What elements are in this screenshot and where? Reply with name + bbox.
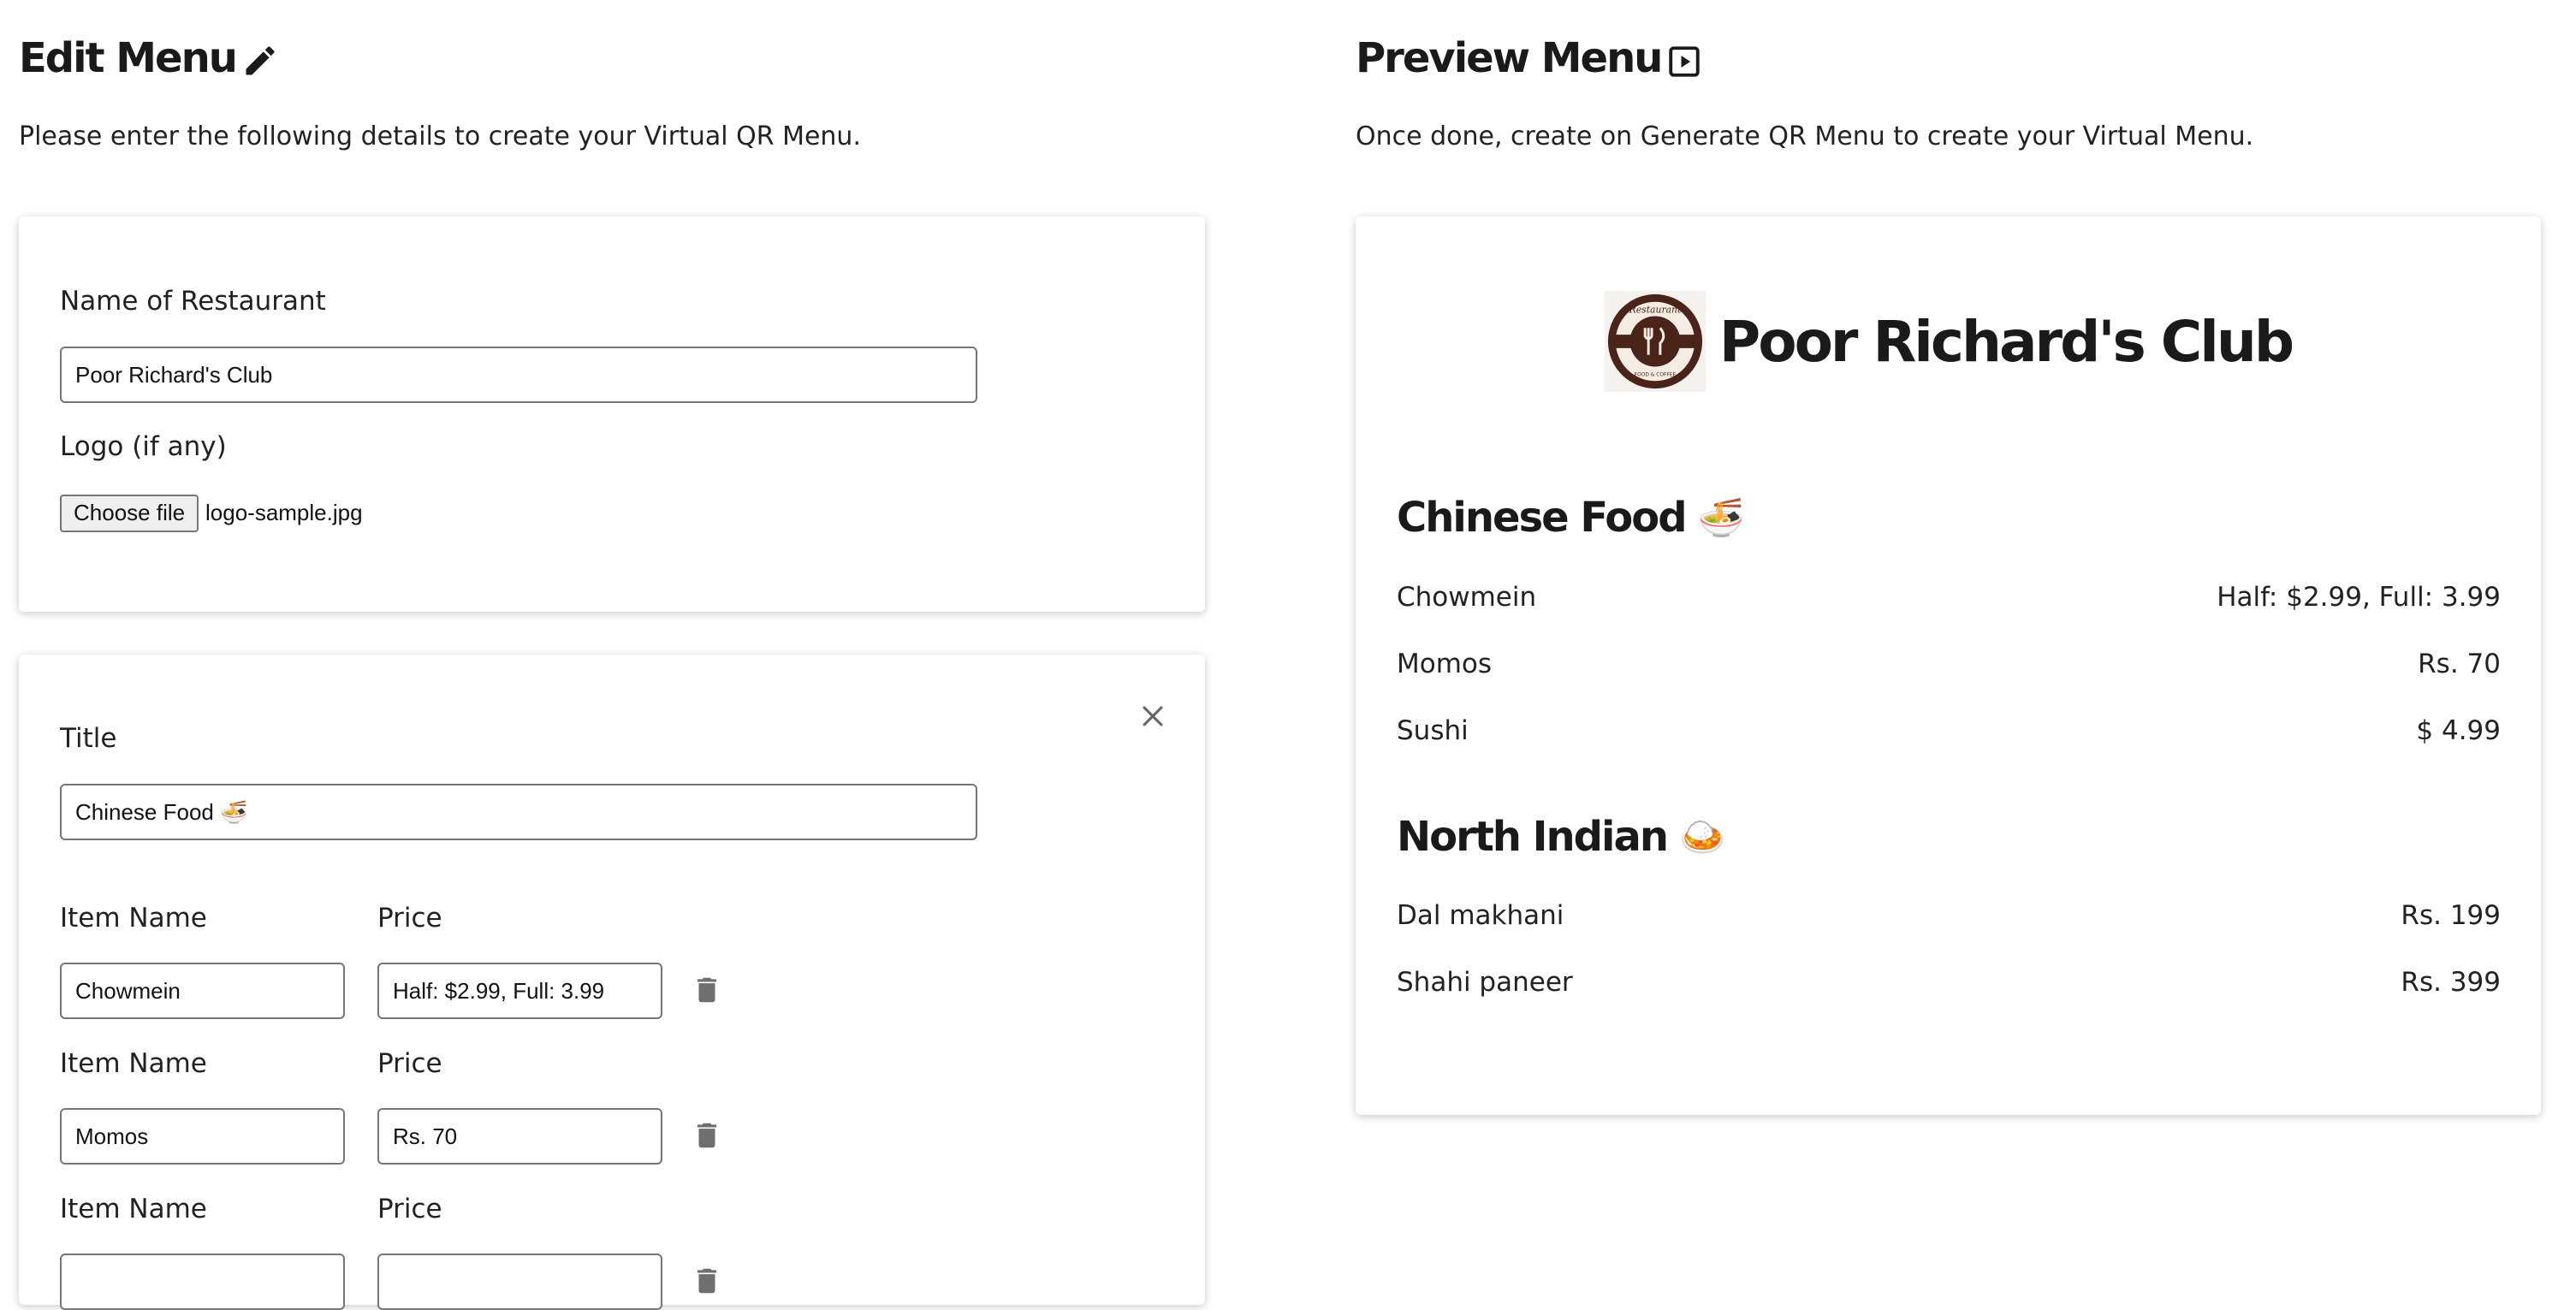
price-label: Price xyxy=(377,1048,442,1079)
preview-item-price: $ 4.99 xyxy=(2416,715,2501,746)
preview-item-price: Rs. 70 xyxy=(2418,649,2501,679)
logo-text-top: Restaurant xyxy=(1629,305,1682,316)
preview-section-title: Chinese Food 🍜 xyxy=(1397,494,1745,542)
item-price-input[interactable] xyxy=(377,963,662,1019)
preview-restaurant-name: Poor Richard's Club xyxy=(1718,308,2294,375)
price-label: Price xyxy=(377,903,442,934)
preview-item-row: Dal makhani Rs. 199 xyxy=(1397,900,2501,931)
close-icon[interactable] xyxy=(1138,702,1167,731)
preview-item-row: Chowmein Half: $2.99, Full: 3.99 xyxy=(1397,582,2501,613)
preview-header: Restaurant FOOD & COFFEE Poor Richard's … xyxy=(1356,291,2541,392)
preview-item-row: Momos Rs. 70 xyxy=(1397,649,2501,679)
noodle-bowl-icon: 🍜 xyxy=(1697,496,1745,540)
edit-menu-subtitle: Please enter the following details to cr… xyxy=(19,122,861,151)
title-label: Title xyxy=(60,723,117,754)
edit-menu-heading: Edit Menu xyxy=(19,34,279,82)
restaurant-name-input[interactable] xyxy=(60,347,977,403)
preview-item-row: Sushi $ 4.99 xyxy=(1397,715,2501,746)
pencil-icon xyxy=(246,46,275,75)
edit-menu-title: Edit Menu xyxy=(19,34,238,82)
preview-item-price: Half: $2.99, Full: 3.99 xyxy=(2217,582,2501,613)
preview-item-name: Momos xyxy=(1397,649,1493,679)
logo-label: Logo (if any) xyxy=(60,431,227,462)
item-price-input[interactable] xyxy=(377,1254,662,1310)
item-name-input[interactable] xyxy=(60,1108,345,1165)
price-label: Price xyxy=(377,1194,442,1224)
preview-section-name: North Indian xyxy=(1397,813,1669,861)
trash-icon[interactable] xyxy=(691,1116,723,1155)
item-name-input[interactable] xyxy=(60,963,345,1019)
item-price-input[interactable] xyxy=(377,1108,662,1165)
preview-item-name: Dal makhani xyxy=(1397,900,1564,931)
preview-item-price: Rs. 199 xyxy=(2401,900,2501,931)
file-name: logo-sample.jpg xyxy=(205,500,363,525)
trash-icon[interactable] xyxy=(691,1261,723,1301)
preview-menu-heading: Preview Menu xyxy=(1356,34,1702,82)
preview-item-name: Shahi paneer xyxy=(1397,967,1573,998)
preview-item-row: Shahi paneer Rs. 399 xyxy=(1397,967,2501,998)
logo-text-bottom: FOOD & COFFEE xyxy=(1635,372,1677,377)
restaurant-name-label: Name of Restaurant xyxy=(60,286,326,317)
preview-section-name: Chinese Food xyxy=(1397,494,1688,542)
preview-item-name: Chowmein xyxy=(1397,582,1537,613)
preview-menu-title: Preview Menu xyxy=(1356,34,1663,82)
curry-rice-icon: 🍛 xyxy=(1679,815,1726,859)
preview-item-price: Rs. 399 xyxy=(2401,967,2501,998)
item-name-input[interactable] xyxy=(60,1254,345,1310)
item-name-label: Item Name xyxy=(60,903,207,934)
item-name-label: Item Name xyxy=(60,1048,207,1079)
section-title-input[interactable] xyxy=(60,784,977,840)
trash-icon[interactable] xyxy=(691,970,723,1010)
choose-file-button[interactable]: Choose file xyxy=(60,495,199,532)
preview-menu-subtitle: Once done, create on Generate QR Menu to… xyxy=(1356,122,2254,151)
play-box-icon xyxy=(1669,46,1701,77)
restaurant-card xyxy=(19,216,1205,612)
restaurant-logo: Restaurant FOOD & COFFEE xyxy=(1604,291,1706,392)
preview-section-title: North Indian 🍛 xyxy=(1397,813,1726,861)
preview-item-name: Sushi xyxy=(1397,715,1469,746)
item-name-label: Item Name xyxy=(60,1194,207,1224)
